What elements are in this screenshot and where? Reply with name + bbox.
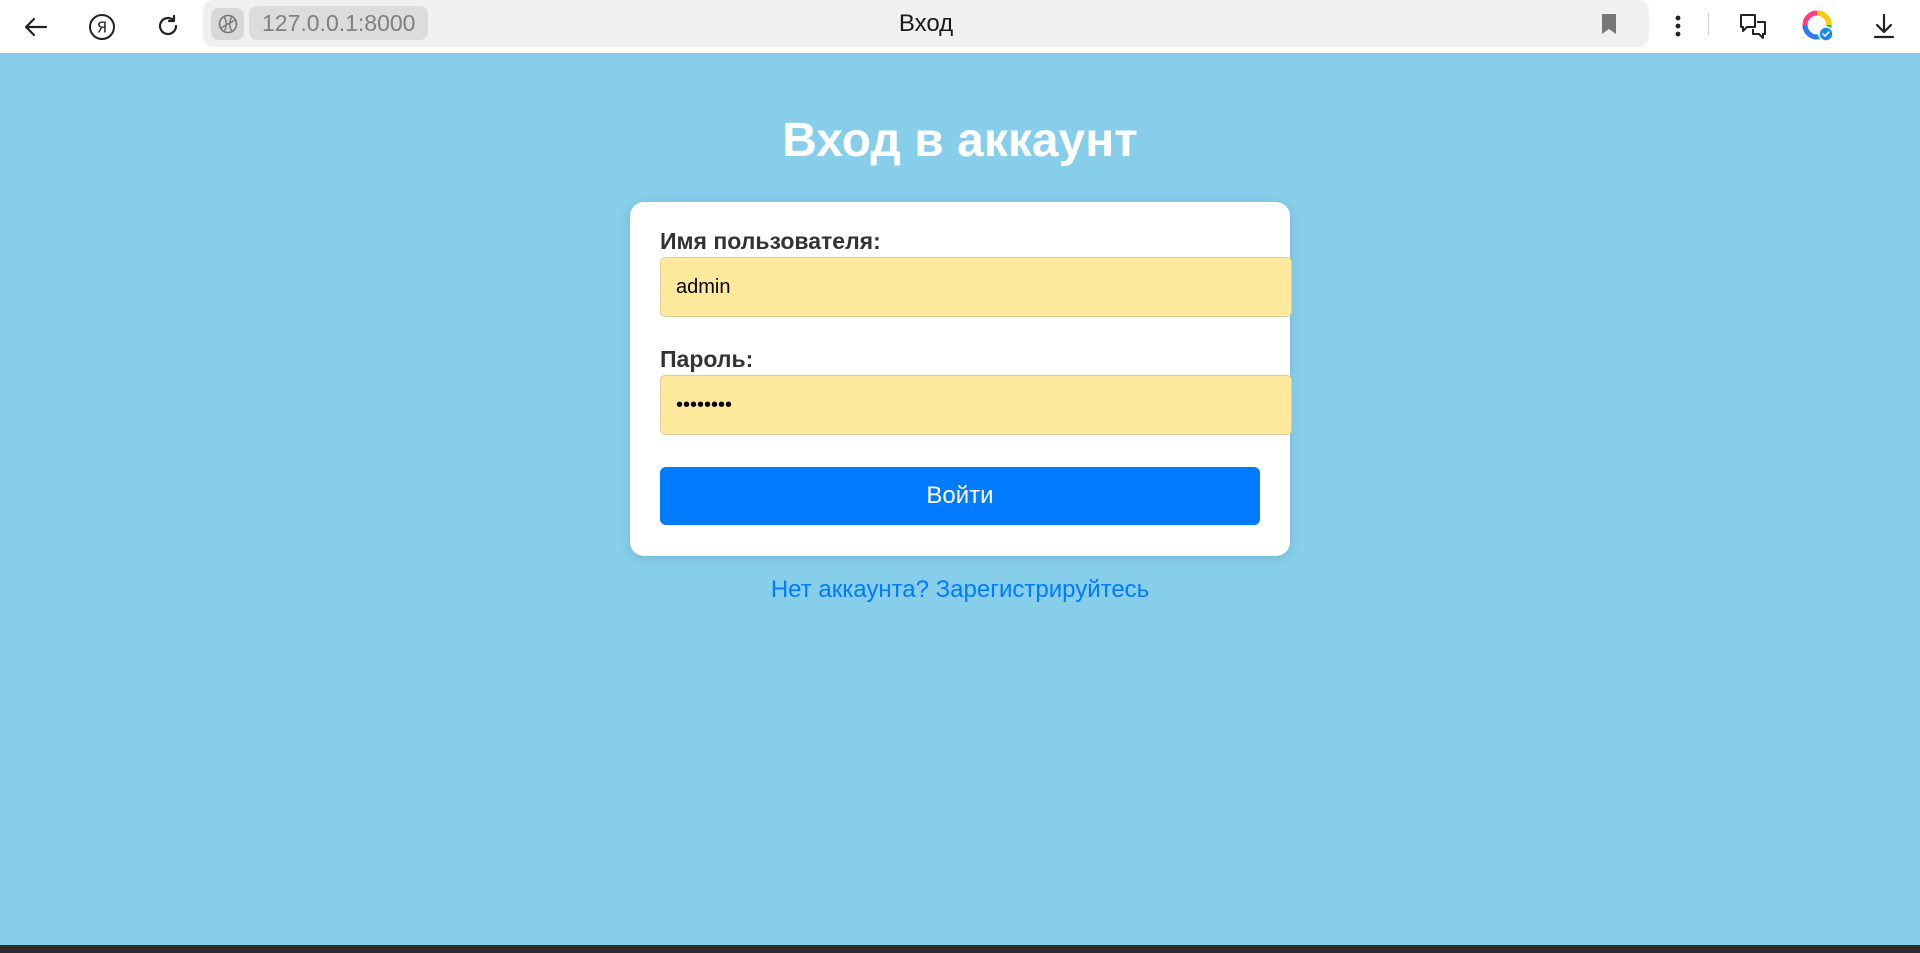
bookmark-button[interactable] (1595, 10, 1623, 38)
page-content: Вход в аккаунт Имя пользователя: Пароль:… (0, 53, 1920, 945)
page-title: Вход в аккаунт (782, 114, 1138, 167)
register-link[interactable]: Нет аккаунта? Зарегистрируйтесь (0, 576, 1920, 604)
menu-button[interactable] (1658, 6, 1698, 46)
translate-button[interactable] (1733, 6, 1773, 46)
download-icon (1873, 13, 1895, 39)
login-button[interactable]: Войти (660, 467, 1260, 525)
browser-toolbar: Я 127.0.0.1:8000 Вход (0, 0, 1920, 53)
bookmark-icon (1602, 14, 1616, 34)
site-info-button[interactable] (211, 8, 244, 40)
download-button[interactable] (1864, 6, 1904, 46)
toolbar-divider (1708, 13, 1709, 35)
password-label: Пароль: (660, 346, 754, 372)
svg-text:Я: Я (97, 19, 107, 37)
alice-icon (1802, 10, 1834, 42)
username-input[interactable] (660, 257, 1292, 317)
window-bottom-edge (0, 945, 1920, 953)
reload-icon (158, 14, 178, 36)
reload-button[interactable] (148, 7, 188, 47)
username-label: Имя пользователя: (660, 228, 881, 254)
yandex-logo-icon: Я (89, 14, 115, 40)
address-bar[interactable]: 127.0.0.1:8000 Вход (203, 0, 1649, 47)
url-text[interactable]: 127.0.0.1:8000 (249, 6, 429, 40)
back-button[interactable] (16, 7, 56, 47)
more-vertical-icon (1675, 15, 1681, 37)
translate-icon (1740, 14, 1766, 39)
yandex-button[interactable]: Я (82, 7, 122, 47)
login-form: Имя пользователя: Пароль: Войти (630, 202, 1292, 556)
back-arrow-icon (24, 17, 48, 37)
alice-button[interactable] (1798, 6, 1838, 46)
password-input[interactable] (660, 375, 1292, 435)
site-info-icon (218, 14, 237, 34)
